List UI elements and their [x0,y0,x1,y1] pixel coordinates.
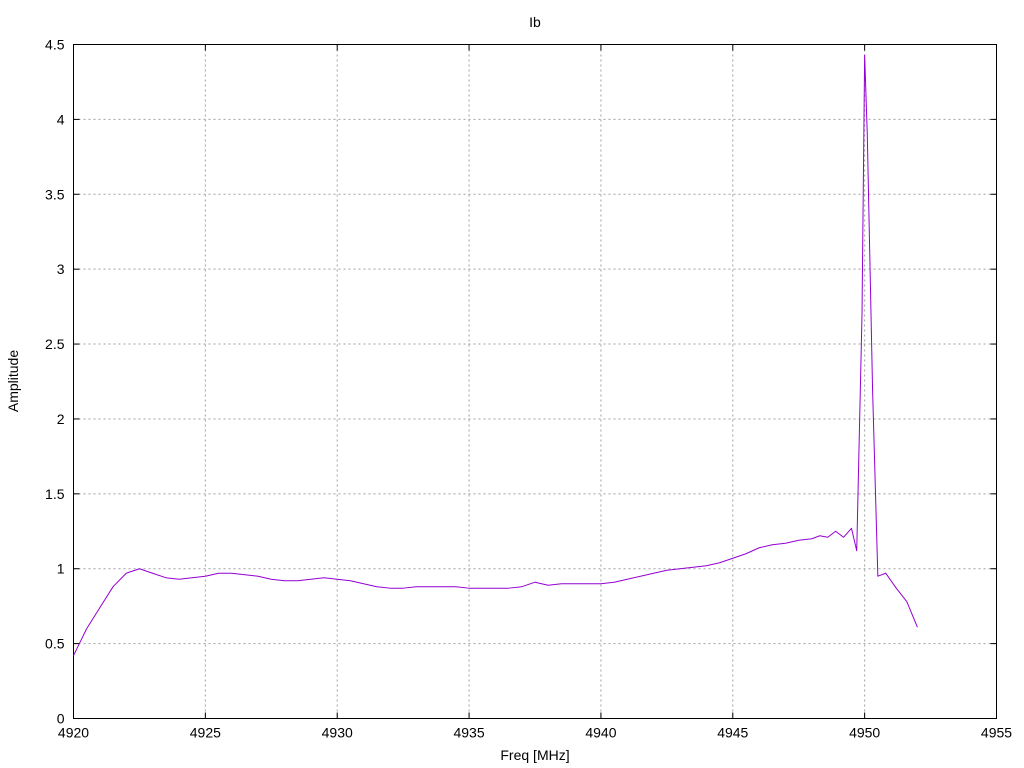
x-axis-label: Freq [MHz] [500,747,569,763]
x-tick-label: 4930 [322,725,353,741]
y-tick-label: 3 [57,261,65,277]
x-tick-label: 4945 [717,725,748,741]
x-tick-label: 4935 [453,725,484,741]
y-tick-label: 3.5 [45,186,65,202]
x-tick-label: 4940 [585,725,616,741]
y-tick-label: 0.5 [45,636,65,652]
y-tick-label: 2 [57,411,65,427]
y-axis-label: Amplitude [5,350,21,412]
x-tick-label: 4955 [981,725,1012,741]
chart-svg: 4920 4925 4930 4935 4940 4945 4950 4955 0 0.5 1 1.5… [0,0,1024,768]
x-tick-label: 4925 [190,725,221,741]
chart-title: Ib [529,14,541,30]
y-tick-label: 2.5 [45,336,65,352]
y-tick-label: 4 [57,111,65,127]
y-tick-label: 0 [57,711,65,727]
x-tick-label: 4950 [849,725,880,741]
x-tick-label: 4920 [58,725,89,741]
chart-background [0,0,1024,768]
y-tick-label: 4.5 [45,37,65,53]
y-tick-label: 1.5 [45,486,65,502]
y-tick-label: 1 [57,561,65,577]
